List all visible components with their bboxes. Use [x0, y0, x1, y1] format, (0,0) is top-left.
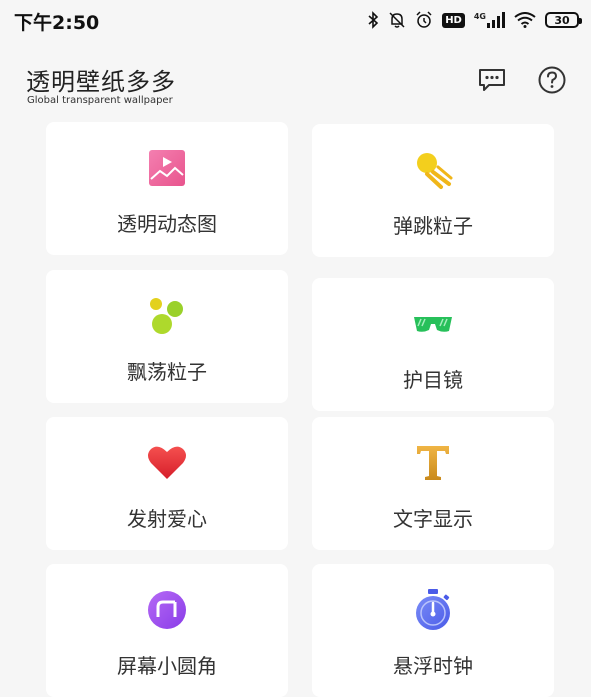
goggles-icon [413, 304, 453, 344]
card-label: 弹跳粒子 [393, 214, 473, 238]
card-label: 发射爱心 [127, 507, 207, 531]
card-label: 透明动态图 [117, 212, 217, 236]
rounded-corner-icon [147, 590, 187, 630]
bouncing-particle-icon [413, 150, 453, 190]
card-label: 屏幕小圆角 [117, 654, 217, 678]
card-label: 文字显示 [393, 507, 473, 531]
card-label: 飘荡粒子 [127, 360, 207, 384]
card-rounded-corner[interactable]: 屏幕小圆角 [46, 564, 288, 697]
card-heart[interactable]: 发射爱心 [46, 417, 288, 550]
card-floating-clock[interactable]: 悬浮时钟 [312, 564, 554, 697]
card-label: 护目镜 [403, 368, 463, 392]
heart-icon [147, 443, 187, 483]
card-animated-picture[interactable]: 透明动态图 [46, 122, 288, 255]
feature-grid: 透明动态图 弹跳粒子 飘荡粒子 护目镜 发射爱心 文字显示 屏幕小圆角 悬浮时钟 [0, 0, 591, 697]
card-goggles[interactable]: 护目镜 [312, 278, 554, 411]
card-bouncing-particle[interactable]: 弹跳粒子 [312, 124, 554, 257]
text-icon [413, 443, 453, 483]
card-text-display[interactable]: 文字显示 [312, 417, 554, 550]
card-label: 悬浮时钟 [393, 654, 473, 678]
floating-particle-icon [147, 296, 187, 336]
animated-picture-icon [147, 148, 187, 188]
clock-icon [413, 589, 453, 630]
card-floating-particle[interactable]: 飘荡粒子 [46, 270, 288, 403]
